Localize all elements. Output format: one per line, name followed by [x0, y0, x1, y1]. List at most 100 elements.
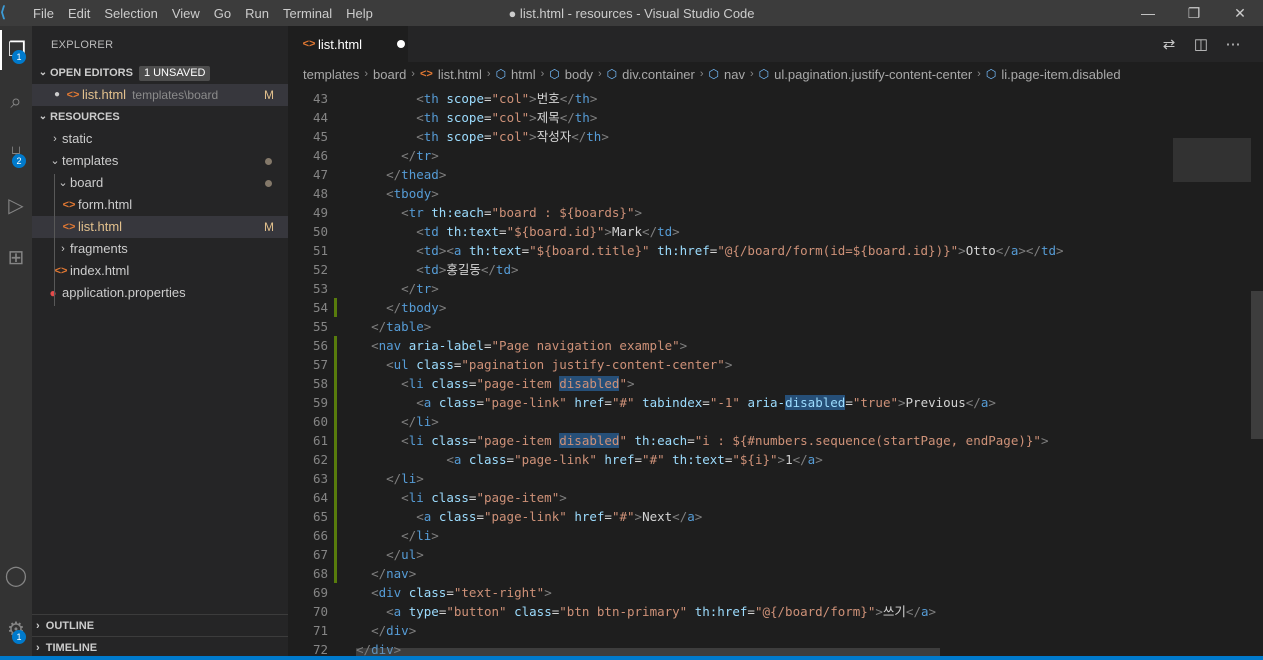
breadcrumb-item[interactable]: li.page-item.disabled: [1001, 67, 1120, 82]
timeline-header[interactable]: › TIMELINE: [32, 636, 288, 658]
outline-header[interactable]: › OUTLINE: [32, 614, 288, 636]
html-file-icon: <>: [62, 199, 76, 211]
breadcrumb-item[interactable]: html: [511, 67, 536, 82]
html-file-icon: <>: [419, 68, 433, 80]
code-line: <a class="page-link" href="#" tabindex="…: [416, 395, 996, 410]
account-icon[interactable]: ◯: [0, 556, 32, 596]
menu-run[interactable]: Run: [238, 6, 276, 21]
menu-selection[interactable]: Selection: [97, 6, 164, 21]
chevron-down-icon: ⌄: [38, 111, 48, 122]
tab-label: list.html: [318, 36, 363, 52]
chevron-down-icon: ⌄: [58, 177, 68, 189]
search-icon[interactable]: ⌕: [0, 82, 32, 122]
open-changes-icon[interactable]: ⇄: [1153, 35, 1185, 53]
breadcrumb-item[interactable]: board: [373, 67, 406, 82]
line-number: 43: [312, 91, 328, 106]
code-line: <tr th:each="board : ${boards}">: [401, 205, 643, 220]
line-number: 46: [312, 148, 328, 163]
tree-item-templates[interactable]: ⌄ templates: [32, 150, 288, 172]
code-line: <td th:text="${board.id}">Mark</td>: [416, 224, 680, 239]
explorer-sidebar: EXPLORER ⌄ OPEN EDITORS 1 UNSAVED ● <> l…: [32, 26, 288, 660]
tree-item-list-html[interactable]: <> list.html M: [32, 216, 288, 238]
tree-item-fragments[interactable]: › fragments: [32, 238, 288, 260]
tree-item-label: templates: [62, 153, 119, 168]
vscode-logo-icon: ⟨: [0, 4, 6, 21]
tree-item-application-properties[interactable]: ● application.properties: [32, 282, 288, 304]
resources-header[interactable]: ⌄ RESOURCES: [32, 106, 288, 128]
tree-item-label: index.html: [70, 263, 130, 278]
minimap[interactable]: [1173, 86, 1251, 660]
code-line: </tr>: [401, 281, 439, 296]
tab-list-html[interactable]: <> list.html: [288, 26, 408, 62]
git-change-marker: [334, 298, 337, 317]
breadcrumb-item[interactable]: templates: [303, 67, 359, 82]
line-number: 48: [312, 186, 328, 201]
line-number: 59: [312, 395, 328, 410]
code-line: </ul>: [386, 547, 424, 562]
line-number: 56: [312, 338, 328, 353]
vertical-scrollbar[interactable]: [1251, 291, 1263, 439]
chevron-down-icon: ⌄: [50, 155, 60, 167]
unsaved-dot-icon[interactable]: ●: [50, 84, 64, 106]
menu-terminal[interactable]: Terminal: [276, 6, 339, 21]
window-controls: — ❐ ✕: [1125, 0, 1263, 26]
code-line: </li>: [401, 414, 439, 429]
minimap-slider[interactable]: [1173, 138, 1251, 182]
settings-gear-icon[interactable]: ⚙1: [0, 610, 32, 650]
menu-bar: File Edit Selection View Go Run Terminal…: [26, 6, 380, 21]
line-number: 62: [312, 452, 328, 467]
code-line: <div class="text-right">: [371, 585, 552, 600]
code-line: <a class="page-link" href="#" th:text="$…: [446, 452, 823, 467]
line-number: 54: [312, 300, 328, 315]
breadcrumb-item[interactable]: ul.pagination.justify-content-center: [774, 67, 972, 82]
unsaved-dot-icon[interactable]: [397, 40, 406, 48]
element-icon: ⬡: [708, 67, 720, 81]
menu-edit[interactable]: Edit: [61, 6, 97, 21]
tree-item-static[interactable]: › static: [32, 128, 288, 150]
chevron-right-icon: ›: [750, 68, 754, 80]
menu-help[interactable]: Help: [339, 6, 380, 21]
chevron-right-icon: ›: [597, 68, 602, 80]
extensions-icon[interactable]: ⊞: [0, 238, 32, 278]
line-number-gutter: 43 44 45 46 47 48 49 50 51 52 53 54 55 56 57 58 59 60 61 62…: [288, 89, 328, 659]
code-editor[interactable]: 43 44 45 46 47 48 49 50 51 52 53 54 55 56 57 58 59 60 61 62…: [288, 86, 1263, 660]
modified-badge: M: [264, 220, 274, 234]
maximize-icon[interactable]: ❐: [1171, 0, 1217, 26]
tree-item-label: form.html: [78, 197, 133, 212]
tree-item-board[interactable]: ⌄ board: [32, 172, 288, 194]
tree-item-form-html[interactable]: <> form.html: [32, 194, 288, 216]
open-editors-label: OPEN EDITORS: [50, 67, 133, 79]
chevron-right-icon: ›: [61, 243, 65, 255]
timeline-label: TIMELINE: [45, 642, 98, 654]
breadcrumb-item[interactable]: div.container: [622, 67, 695, 82]
run-debug-icon[interactable]: ▷: [0, 186, 32, 226]
more-actions-icon[interactable]: ⋯: [1217, 35, 1249, 53]
line-number: 49: [312, 205, 328, 220]
code-line: <li class="page-item">: [401, 490, 567, 505]
code-lines[interactable]: <th scope="col">번호</th> <th scope="col">…: [356, 89, 1176, 659]
element-icon: ⬡: [495, 67, 507, 81]
menu-file[interactable]: File: [26, 6, 61, 21]
properties-file-icon: ●: [49, 286, 57, 300]
open-editors-header[interactable]: ⌄ OPEN EDITORS 1 UNSAVED: [32, 62, 288, 84]
split-editor-icon[interactable]: ◫: [1185, 35, 1217, 53]
close-icon[interactable]: ✕: [1217, 0, 1263, 26]
chevron-right-icon: ›: [699, 68, 704, 80]
menu-view[interactable]: View: [165, 6, 207, 21]
breadcrumb-item[interactable]: body: [565, 67, 593, 82]
code-line: <li class="page-item disabled" th:each="…: [401, 433, 1049, 448]
line-number: 44: [312, 110, 328, 125]
breadcrumb-item[interactable]: list.html: [438, 67, 482, 82]
menu-go[interactable]: Go: [207, 6, 238, 21]
open-editor-item[interactable]: ● <> list.html templates\board M: [32, 84, 288, 106]
explorer-icon[interactable]: ❐1: [0, 30, 32, 70]
source-control-icon[interactable]: ⑂2: [0, 134, 32, 174]
modified-badge: M: [264, 88, 274, 102]
minimize-icon[interactable]: —: [1125, 0, 1171, 26]
line-number: 57: [312, 357, 328, 372]
line-number: 68: [312, 566, 328, 581]
breadcrumb-item[interactable]: nav: [724, 67, 745, 82]
line-number: 50: [312, 224, 328, 239]
html-file-icon: <>: [302, 38, 316, 50]
tree-item-index-html[interactable]: <> index.html: [32, 260, 288, 282]
